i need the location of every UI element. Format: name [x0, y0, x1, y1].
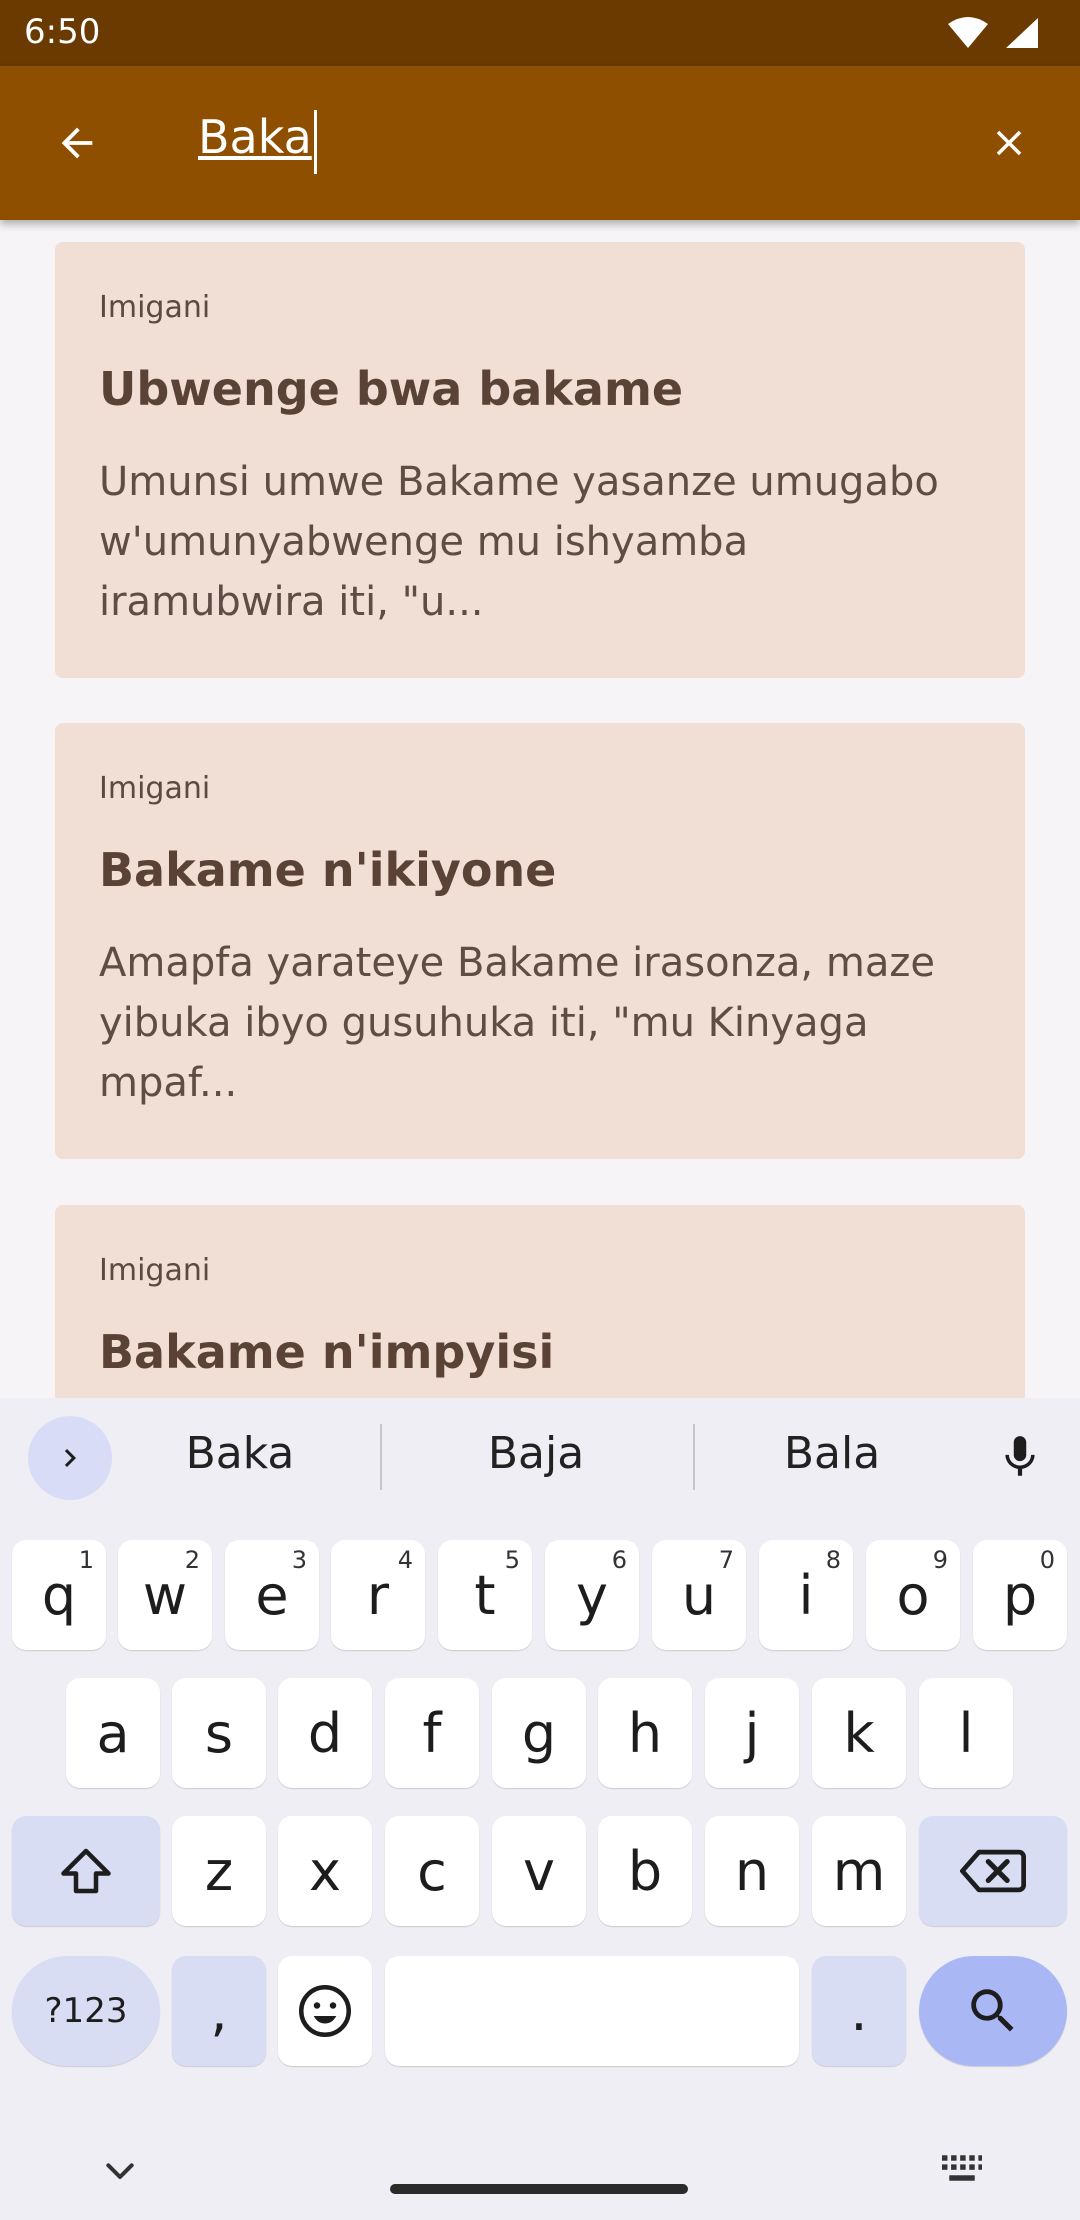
text-cursor: [314, 110, 317, 174]
key-x[interactable]: x: [278, 1816, 372, 1926]
key-c[interactable]: c: [385, 1816, 479, 1926]
on-screen-keyboard: Baka Baja Bala q1 w2 e3 r4 t5 y6 u7 i8 o…: [0, 1398, 1080, 2220]
key-i[interactable]: i8: [759, 1540, 853, 1650]
key-t[interactable]: t5: [438, 1540, 532, 1650]
home-gesture-handle[interactable]: [390, 2184, 688, 2194]
card-excerpt: Amapfa yarateye Bakame irasonza, maze yi…: [99, 940, 935, 1106]
status-bar: 6:50: [0, 0, 1080, 66]
key-s[interactable]: s: [172, 1678, 266, 1788]
result-card[interactable]: Imigani Bakame n'impyisi: [55, 1205, 1025, 1398]
voice-input-button[interactable]: [990, 1422, 1050, 1492]
result-card[interactable]: Imigani Ubwenge bwa bakame Umunsi umwe B…: [55, 242, 1025, 678]
card-category: Imigani: [99, 771, 211, 806]
key-p[interactable]: p0: [973, 1540, 1067, 1650]
suggestion-divider: [380, 1424, 382, 1490]
emoji-icon: [299, 1985, 351, 2037]
key-b[interactable]: b: [598, 1816, 692, 1926]
shift-icon: [61, 1848, 111, 1894]
hide-keyboard-icon[interactable]: [100, 2152, 140, 2192]
clear-search-button[interactable]: [972, 106, 1046, 180]
search-icon: [971, 1989, 1014, 2032]
microphone-icon: [1005, 1436, 1035, 1476]
close-icon: [996, 130, 1022, 156]
key-e[interactable]: e3: [225, 1540, 319, 1650]
results-list: Imigani Ubwenge bwa bakame Umunsi umwe B…: [0, 220, 1080, 1398]
space-key[interactable]: [385, 1956, 799, 2066]
wifi-icon: [948, 17, 988, 48]
key-k[interactable]: k: [812, 1678, 906, 1788]
chevron-right-icon: [64, 1449, 76, 1467]
signal-icon: [1006, 18, 1038, 48]
key-z[interactable]: z: [172, 1816, 266, 1926]
suggestion-strip: Baka Baja Bala: [0, 1398, 1080, 1518]
emoji-key[interactable]: [278, 1956, 372, 2066]
key-n[interactable]: n: [705, 1816, 799, 1926]
key-r[interactable]: r4: [331, 1540, 425, 1650]
key-f[interactable]: f: [385, 1678, 479, 1788]
back-button[interactable]: [40, 106, 114, 180]
backspace-key[interactable]: [919, 1816, 1067, 1926]
key-o[interactable]: o9: [866, 1540, 960, 1650]
key-j[interactable]: j: [705, 1678, 799, 1788]
numbers-symbols-key[interactable]: ?123: [12, 1956, 160, 2066]
key-y[interactable]: y6: [545, 1540, 639, 1650]
status-time: 6:50: [24, 12, 101, 52]
suggestion-2[interactable]: Baja: [386, 1428, 686, 1479]
shift-key[interactable]: [12, 1816, 160, 1926]
card-category: Imigani: [99, 1253, 211, 1288]
status-icons: [946, 16, 1040, 50]
key-d[interactable]: d: [278, 1678, 372, 1788]
period-key[interactable]: .: [812, 1956, 906, 2066]
suggestion-3[interactable]: Bala: [682, 1428, 982, 1479]
card-title: Bakame n'ikiyone: [99, 843, 557, 897]
search-input[interactable]: Baka: [198, 110, 312, 164]
search-action-key[interactable]: [919, 1956, 1067, 2066]
key-w[interactable]: w2: [118, 1540, 212, 1650]
suggestion-1[interactable]: Baka: [90, 1428, 390, 1479]
key-h[interactable]: h: [598, 1678, 692, 1788]
keyboard-switch-icon[interactable]: [940, 2148, 984, 2188]
key-u[interactable]: u7: [652, 1540, 746, 1650]
arrow-back-icon: [61, 127, 93, 159]
key-v[interactable]: v: [492, 1816, 586, 1926]
card-category: Imigani: [99, 290, 211, 325]
key-m[interactable]: m: [812, 1816, 906, 1926]
card-excerpt: Umunsi umwe Bakame yasanze umugabo w'umu…: [99, 459, 939, 625]
key-g[interactable]: g: [492, 1678, 586, 1788]
backspace-icon: [960, 1849, 1026, 1893]
card-title: Bakame n'impyisi: [99, 1325, 555, 1379]
search-app-bar: Baka: [0, 66, 1080, 220]
result-card[interactable]: Imigani Bakame n'ikiyone Amapfa yarateye…: [55, 723, 1025, 1159]
key-a[interactable]: a: [66, 1678, 160, 1788]
comma-key[interactable]: ,: [172, 1956, 266, 2066]
card-title: Ubwenge bwa bakame: [99, 362, 684, 416]
key-q[interactable]: q1: [12, 1540, 106, 1650]
system-nav-bar: [0, 2100, 1080, 2220]
key-l[interactable]: l: [919, 1678, 1013, 1788]
